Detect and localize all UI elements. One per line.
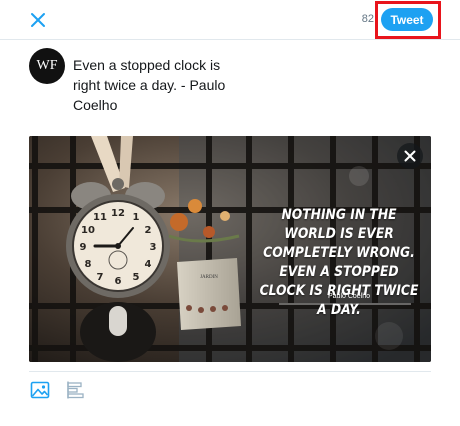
quote-author-text: Paulo Coelho: [327, 293, 371, 300]
svg-text:12: 12: [111, 208, 125, 219]
close-button[interactable]: [28, 10, 48, 30]
image-icon: [30, 381, 50, 399]
attached-image: 12 1 2 3 4 5 6 7 8 9 10 11 JARDIN NOTHIN…: [29, 136, 431, 362]
poll-icon: [67, 381, 84, 399]
svg-text:5: 5: [133, 272, 140, 283]
svg-text:3: 3: [150, 242, 157, 253]
svg-text:1: 1: [133, 212, 140, 223]
tweet-button[interactable]: Tweet: [381, 8, 433, 31]
svg-text:8: 8: [85, 259, 92, 270]
tweet-text-area[interactable]: Even a stopped clock is right twice a da…: [73, 55, 253, 115]
svg-text:9: 9: [80, 242, 87, 253]
add-image-button[interactable]: [30, 380, 50, 400]
add-poll-button[interactable]: [66, 380, 86, 400]
close-icon: [31, 13, 45, 27]
svg-text:11: 11: [93, 212, 107, 223]
close-icon: [404, 150, 416, 162]
remove-image-button[interactable]: [397, 143, 423, 169]
svg-text:2: 2: [145, 225, 152, 236]
compose-header: 82 Tweet: [0, 0, 460, 40]
svg-text:10: 10: [81, 225, 95, 236]
quote-overlay-text: Nothing in the world is ever completely …: [259, 207, 419, 318]
jar-label-text: JARDIN: [200, 275, 218, 280]
avatar[interactable]: WF: [29, 48, 65, 84]
svg-text:7: 7: [97, 272, 104, 283]
svg-text:4: 4: [145, 259, 152, 270]
character-count: 82: [361, 13, 374, 25]
toolbar-divider: [29, 371, 431, 372]
svg-text:6: 6: [115, 276, 122, 287]
